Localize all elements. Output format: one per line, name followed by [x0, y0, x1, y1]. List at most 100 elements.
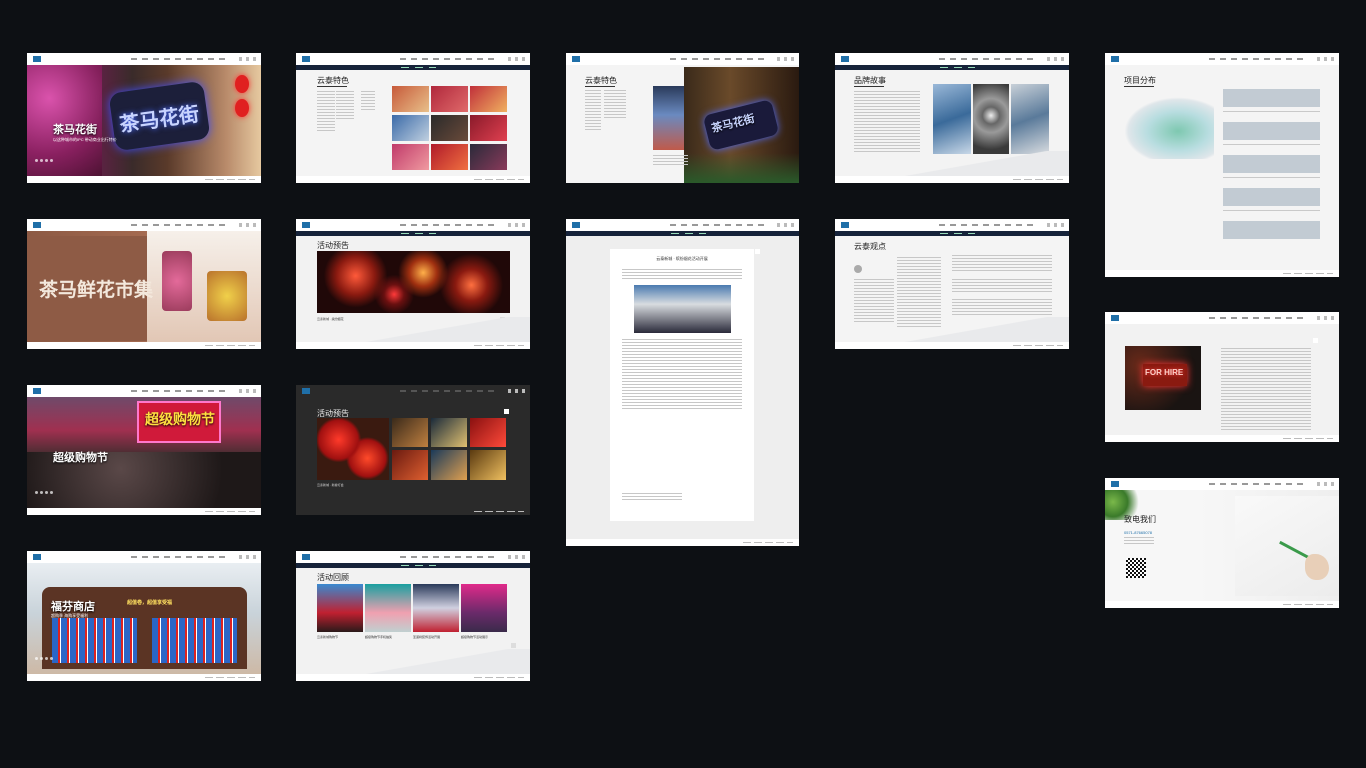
top-nav — [27, 551, 261, 563]
close-icon[interactable] — [1313, 338, 1318, 343]
next-button[interactable] — [511, 643, 516, 648]
screen-s14-careers: FOR HIRE — [1105, 312, 1339, 442]
footer — [835, 176, 1069, 183]
review-caption: 超级购物节活动展示 — [461, 635, 489, 639]
footer — [1105, 601, 1339, 608]
footer — [1105, 270, 1339, 277]
review-caption: 云泰新城购物节 — [317, 635, 339, 639]
china-map[interactable] — [1124, 97, 1214, 159]
footer — [27, 674, 261, 681]
hero-image: 超级购物节 超级购物节 — [27, 397, 261, 508]
logo-icon — [841, 222, 849, 228]
event-image[interactable] — [317, 418, 389, 480]
section-title: 项目分布 — [1124, 76, 1156, 85]
article-block[interactable] — [952, 279, 1052, 293]
sub-nav-bar[interactable] — [296, 231, 530, 236]
screen-s8-event-review: 活动回顾 云泰新城购物节 超级购物节手机抽奖 圣诞树装饰活动开展 超级购物节活动… — [296, 551, 530, 681]
feature-photo[interactable] — [392, 115, 429, 141]
close-icon[interactable] — [504, 409, 509, 414]
phone-number[interactable]: 0571-87665078 — [1124, 530, 1152, 535]
job-description — [1221, 348, 1311, 430]
hero-subtitle: 超购季 海购享受福利 — [51, 613, 89, 618]
event-thumb[interactable] — [470, 418, 506, 447]
sub-nav-bar[interactable] — [835, 65, 1069, 70]
article-block[interactable] — [952, 299, 1052, 317]
sub-nav-bar[interactable] — [566, 231, 799, 236]
top-nav — [835, 53, 1069, 65]
event-caption: 云泰新城 · 新春灯会 — [317, 483, 344, 487]
footer — [566, 539, 799, 546]
event-thumb[interactable] — [392, 450, 428, 480]
section-title: 云泰特色 — [317, 76, 349, 85]
article-block[interactable] — [952, 255, 1052, 271]
screen-s12-viewpoints: 云泰观点 — [835, 219, 1069, 349]
sub-nav-bar[interactable] — [296, 563, 530, 568]
event-thumb[interactable] — [392, 418, 428, 447]
screen-s6-event-preview: 活动预告 云泰新城 · 缤纷烟花 — [296, 219, 530, 349]
review-caption: 圣诞树装饰活动开展 — [413, 635, 441, 639]
section-title: 云泰观点 — [854, 242, 886, 251]
side-menu[interactable] — [585, 90, 601, 130]
footer — [296, 508, 530, 515]
feature-photo[interactable] — [431, 144, 468, 170]
project-grid[interactable] — [1223, 86, 1320, 241]
review-photo[interactable] — [317, 584, 363, 632]
side-menu-2[interactable] — [604, 90, 626, 120]
event-thumb[interactable] — [431, 450, 467, 480]
hero-title: 超级购物节 — [53, 452, 108, 464]
close-icon[interactable] — [755, 249, 760, 254]
article-meta — [622, 493, 682, 501]
logo-icon — [302, 56, 310, 62]
article-title: 云泰新城 · 缤纷烟花活动开展 — [656, 256, 708, 261]
event-image[interactable] — [317, 251, 510, 313]
top-nav — [1105, 53, 1339, 65]
feature-photo[interactable] — [392, 144, 429, 170]
hero-image: 茶马鲜花市集 — [27, 231, 261, 342]
carousel-dots[interactable] — [35, 657, 53, 660]
review-caption: 超级购物节手机抽奖 — [365, 635, 393, 639]
logo-icon — [1111, 481, 1119, 487]
feature-photo[interactable] — [392, 86, 429, 112]
carousel-dots[interactable] — [35, 159, 53, 162]
feature-photo[interactable] — [470, 86, 507, 112]
footer — [835, 342, 1069, 349]
title-underline — [585, 86, 615, 87]
story-photo — [973, 84, 1009, 154]
hero-image: 超值卷，超值享受福 福芬商店 超购季 海购享受福利 — [27, 563, 261, 674]
event-thumb[interactable] — [470, 450, 506, 480]
section-title: 云泰特色 — [585, 76, 617, 85]
logo-icon — [33, 554, 41, 560]
section-title: 活动回顾 — [317, 573, 349, 582]
screen-s4-fufen-store: 超值卷，超值享受福 福芬商店 超购季 海购享受福利 — [27, 551, 261, 681]
footer — [1105, 435, 1339, 442]
hero-image: 茶马花街 茶马花街 以这种城市的IPC 带动商业出行特价 — [27, 65, 261, 176]
feature-photo[interactable] — [431, 115, 468, 141]
hero-sign: 茶马鲜花市集 — [39, 280, 154, 301]
event-thumb[interactable] — [431, 418, 467, 447]
screen-s15-contact: 致电我们 0571-87665078 — [1105, 478, 1339, 608]
feature-photo[interactable] — [470, 115, 507, 141]
story-text — [854, 91, 920, 153]
story-photo — [1011, 84, 1049, 154]
address-text — [1124, 537, 1154, 545]
screen-s5-features: 云泰特色 — [296, 53, 530, 183]
review-photo[interactable] — [413, 584, 459, 632]
review-photo[interactable] — [365, 584, 411, 632]
screen-s9-features-detail: 云泰特色 茶马花街 — [566, 53, 799, 183]
article-body — [622, 339, 742, 409]
review-photo[interactable] — [461, 584, 507, 632]
screen-s11-brand-story: 品牌故事 — [835, 53, 1069, 183]
screen-s3-shopping-festival: 超级购物节 超级购物节 — [27, 385, 261, 515]
screen-s10-news-article: 云泰新城 · 缤纷烟花活动开展 — [566, 219, 799, 546]
carousel-dots[interactable] — [35, 491, 53, 494]
feature-photo[interactable] — [431, 86, 468, 112]
side-menu-2[interactable] — [336, 91, 354, 121]
side-menu[interactable] — [317, 91, 335, 131]
sub-nav-bar[interactable] — [296, 65, 530, 70]
feature-photo[interactable] — [470, 144, 507, 170]
side-menu-3[interactable] — [361, 91, 375, 111]
logo-icon — [302, 222, 310, 228]
top-nav — [296, 53, 530, 65]
sub-nav-bar[interactable] — [835, 231, 1069, 236]
section-title: 品牌故事 — [854, 76, 886, 85]
